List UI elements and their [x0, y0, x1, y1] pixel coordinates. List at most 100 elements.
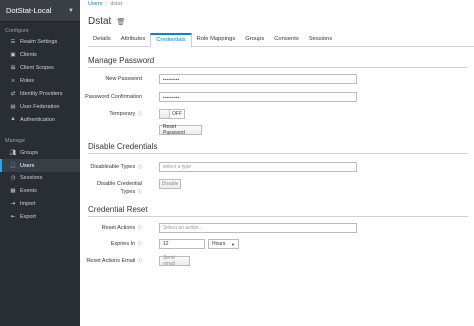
- expires-unit-select[interactable]: Hours ▼: [208, 239, 239, 249]
- expires-in-input[interactable]: 12: [159, 239, 205, 249]
- sidebar-item-label: Roles: [20, 78, 35, 85]
- tab-sessions[interactable]: Sessions: [304, 33, 338, 47]
- toggle-knob: [160, 110, 170, 118]
- tab-consents[interactable]: Consents: [269, 33, 304, 47]
- new-password-field[interactable]: ••••••••: [159, 74, 357, 84]
- sidebar-item-import[interactable]: ⇥ Import: [0, 198, 80, 211]
- manage-list: 👥︎ Groups 👤︎ Users ◷ Sessions ▦ Events ⇥ Impo…: [0, 146, 80, 223]
- main-content: Users › dstat Dstat 🗑︎ Details Attributes …: [80, 0, 474, 326]
- sidebar-item-label: Users: [20, 162, 35, 169]
- trash-icon[interactable]: 🗑︎: [116, 18, 125, 26]
- sidebar-item-clients[interactable]: ▣ Clients: [0, 49, 80, 62]
- breadcrumb: Users › dstat: [88, 1, 122, 7]
- sidebar-item-label: Export: [20, 214, 36, 221]
- sidebar-item-groups[interactable]: 👥︎ Groups: [0, 146, 80, 159]
- configure-section-title: Configure: [5, 28, 29, 34]
- disableable-types-label-wrap: Disableable Types ⓘ: [74, 164, 142, 170]
- exchange-icon: ⇄: [10, 91, 16, 97]
- help-icon: ⓘ: [136, 164, 142, 169]
- tab-groups[interactable]: Groups: [240, 33, 269, 47]
- reset-actions-label: Reset Actions: [101, 225, 136, 231]
- tab-attributes[interactable]: Attributes: [116, 33, 151, 47]
- toggle-state: OFF: [170, 110, 184, 118]
- tab-credentials[interactable]: Credentials: [150, 33, 192, 48]
- credential-reset-heading: Credential Reset: [88, 205, 468, 217]
- disable-button[interactable]: Disable: [159, 179, 181, 189]
- tab-details[interactable]: Details: [88, 33, 116, 47]
- sliders-icon: ☰: [10, 39, 16, 46]
- expires-in-label-wrap: Expires In ⓘ: [74, 241, 142, 247]
- users-icon: 👥︎: [9, 149, 17, 156]
- new-password-label: New Password: [105, 76, 142, 82]
- expires-unit-value: Hours: [212, 241, 226, 247]
- lock-icon: 🔒︎: [11, 116, 15, 123]
- sidebar-item-label: Sessions: [20, 175, 43, 182]
- password-confirmation-label: Password Confirmation: [85, 94, 142, 100]
- roles-icon: ≡: [11, 78, 15, 85]
- help-icon: ⓘ: [136, 225, 142, 230]
- help-icon: ⓘ: [136, 189, 142, 194]
- expires-in-label: Expires In: [110, 241, 136, 247]
- sidebar-item-sessions[interactable]: ◷ Sessions: [0, 172, 80, 185]
- sidebar-item-authentication[interactable]: 🔒︎ Authentication: [0, 113, 80, 126]
- reset-actions-select[interactable]: Select an action...: [159, 223, 357, 233]
- reset-actions-email-label: Reset Actions Email: [86, 258, 136, 264]
- sidebar-item-label: Clients: [20, 52, 37, 59]
- manage-password-heading: Manage Password: [88, 56, 468, 68]
- breadcrumb-users-link[interactable]: Users: [88, 1, 102, 7]
- sidebar-item-label: User Federation: [20, 103, 60, 110]
- reset-password-button[interactable]: Reset Password: [159, 124, 202, 136]
- sidebar-item-label: Events: [20, 188, 37, 195]
- sidebar-item-label: Realm Settings: [20, 39, 58, 46]
- sidebar-item-client-scopes[interactable]: ⊞ Client Scopes: [0, 62, 80, 75]
- sidebar-item-events[interactable]: ▦ Events: [0, 185, 80, 198]
- help-icon: ⓘ: [136, 111, 142, 116]
- clock-icon: ◷: [10, 175, 16, 182]
- sidebar-item-label: Authentication: [20, 116, 55, 123]
- manage-section-title: Manage: [5, 138, 25, 145]
- password-confirmation-field[interactable]: ••••••••: [159, 92, 357, 102]
- help-icon: ⓘ: [136, 258, 142, 263]
- disableable-types-label: Disableable Types: [90, 164, 136, 170]
- sidebar-item-realm-settings[interactable]: ☰ Realm Settings: [0, 36, 80, 49]
- caret-down-icon: ▼: [231, 241, 235, 247]
- temporary-label: Temporary: [109, 111, 136, 117]
- reset-actions-label-wrap: Reset Actions ⓘ: [74, 225, 142, 231]
- cube-icon: ▣: [10, 52, 16, 59]
- send-email-button[interactable]: Send email: [159, 255, 190, 267]
- sidebar-item-user-federation[interactable]: ▤ User Federation: [0, 100, 80, 113]
- sidebar-item-roles[interactable]: ≡ Roles: [0, 75, 80, 88]
- database-icon: ▤: [10, 103, 16, 110]
- chevron-down-icon: ▼: [68, 7, 74, 14]
- sidebar-item-label: Identity Providers: [20, 91, 63, 97]
- help-icon: ⓘ: [136, 241, 142, 246]
- export-icon: ⇤: [10, 214, 16, 221]
- realm-name: DotStat-Local: [6, 6, 52, 15]
- sidebar-item-export[interactable]: ⇤ Export: [0, 211, 80, 224]
- sidebar: DotStat-Local ▼ Configure ☰ Realm Setting…: [0, 0, 80, 326]
- sidebar-item-label: Import: [20, 201, 36, 208]
- tab-bar: Details Attributes Credentials Role Mapp…: [88, 33, 474, 48]
- disable-credential-types-label-line1: Disable Credential: [97, 181, 142, 187]
- temporary-toggle[interactable]: OFF: [159, 109, 185, 119]
- disableable-types-select[interactable]: select a type: [159, 162, 357, 172]
- breadcrumb-separator: ›: [105, 1, 108, 7]
- breadcrumb-current: dstat: [110, 1, 123, 7]
- sidebar-item-users[interactable]: 👤︎ Users: [0, 159, 80, 173]
- disable-credential-types-label-line2: Types: [120, 189, 136, 195]
- user-icon: 👤︎: [9, 162, 17, 169]
- page-title: Dstat: [88, 16, 112, 27]
- temporary-label-wrap: Temporary ⓘ: [74, 111, 142, 117]
- page-title-row: Dstat 🗑︎: [88, 16, 125, 27]
- calendar-icon: ▦: [10, 188, 16, 195]
- tab-role-mappings[interactable]: Role Mappings: [192, 33, 241, 47]
- import-icon: ⇥: [10, 201, 16, 208]
- reset-actions-email-label-wrap: Reset Actions Email ⓘ: [74, 258, 142, 264]
- sidebar-item-label: Client Scopes: [20, 65, 54, 72]
- sidebar-item-identity-providers[interactable]: ⇄ Identity Providers: [0, 88, 80, 101]
- configure-list: ☰ Realm Settings ▣ Clients ⊞ Client Scopes …: [0, 36, 80, 126]
- scopes-icon: ⊞: [10, 65, 16, 72]
- disable-credential-types-label: Disable Credential Types ⓘ: [74, 181, 142, 196]
- realm-selector[interactable]: DotStat-Local ▼: [0, 0, 80, 22]
- sidebar-item-label: Groups: [20, 149, 39, 156]
